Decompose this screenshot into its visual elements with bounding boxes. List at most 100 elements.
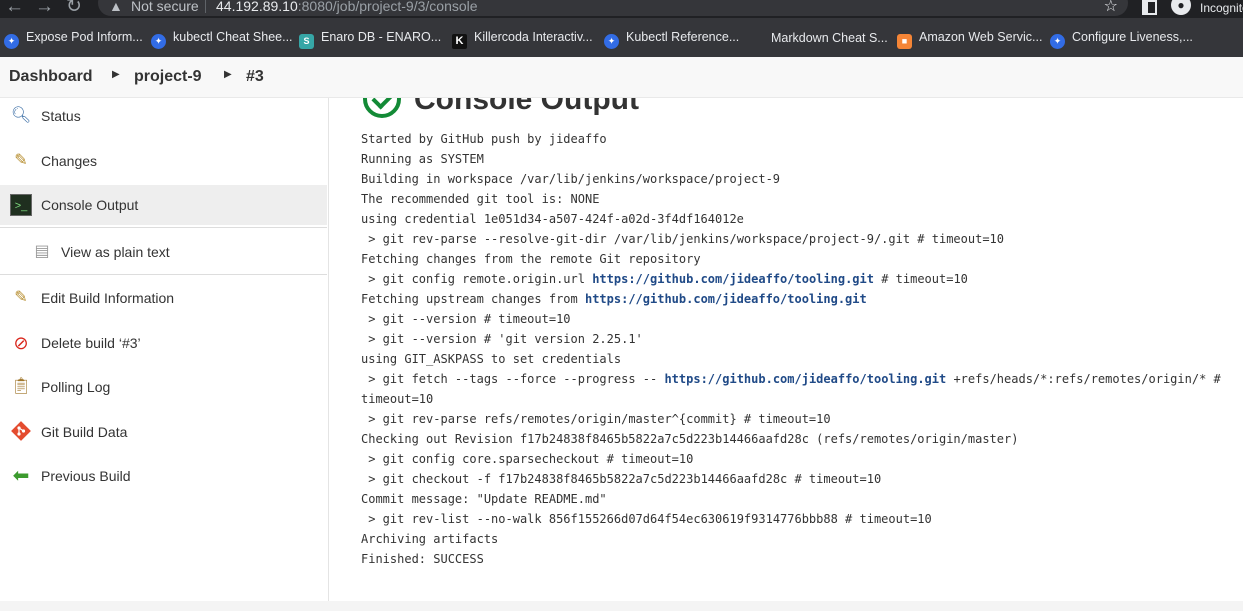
warning-triangle-icon: ▲	[109, 0, 123, 14]
incognito-icon[interactable]: ●	[1171, 0, 1191, 15]
killercoda-icon: K	[452, 34, 467, 49]
task-delete-build[interactable]: ⊘ Delete build ‘#3’	[0, 323, 327, 363]
bookmark-markdown-cheat[interactable]: Markdown Cheat S...	[749, 30, 888, 48]
side-panel-icon[interactable]	[1142, 0, 1157, 15]
bookmarks-bar: ✦ Expose Pod Inform... ✦ kubectl Cheat She…	[0, 18, 1243, 57]
repo-link[interactable]: https://github.com/jideaffo/tooling.git	[592, 272, 874, 286]
bookmark-configure-liveness[interactable]: ✦ Configure Liveness,...	[1050, 30, 1193, 49]
console-line: > git rev-parse --resolve-git-dir /var/l…	[361, 232, 1004, 246]
task-label: Edit Build Information	[41, 290, 175, 306]
console-line: timeout=10	[361, 392, 434, 406]
task-label: Status	[41, 108, 81, 124]
task-view-plain-text[interactable]: ▤ View as plain text	[0, 232, 327, 272]
subtask-divider	[0, 274, 327, 275]
bookmark-kubectl-reference[interactable]: ✦ Kubectl Reference...	[604, 30, 740, 49]
incognito-label: Incognito	[1200, 1, 1243, 15]
kubernetes-icon: ✦	[4, 34, 19, 49]
bookmark-kubectl-cheat[interactable]: ✦ kubectl Cheat Shee...	[151, 30, 293, 49]
bookmark-label: Markdown Cheat S...	[771, 31, 888, 45]
page-footer-strip	[0, 601, 1243, 611]
console-line: > git --version # timeout=10	[361, 312, 571, 326]
success-check-icon	[363, 98, 401, 118]
task-polling-log[interactable]: 📋︎ Polling Log	[0, 367, 327, 407]
task-label: Polling Log	[41, 379, 111, 395]
url-text[interactable]: 44.192.89.10:8080/job/project-9/3/consol…	[216, 0, 478, 14]
console-line: Building in workspace /var/lib/jenkins/w…	[361, 172, 781, 186]
console-line: > git config remote.origin.url https://g…	[361, 269, 1239, 289]
bookmark-label: Kubectl Reference...	[626, 30, 740, 44]
subtask-divider	[0, 227, 327, 228]
console-line: > git rev-list --no-walk 856f155266d07d6…	[361, 512, 932, 526]
task-git-build-data[interactable]: Git Build Data	[0, 412, 327, 452]
console-line: > git fetch --tags --force --progress --…	[361, 369, 1239, 389]
task-changes[interactable]: ✎ Changes	[0, 141, 327, 181]
bookmark-label: Killercoda Interactiv...	[474, 30, 593, 44]
console-line: Checking out Revision f17b24838f8465b582…	[361, 432, 1019, 446]
kubernetes-icon: ✦	[604, 34, 619, 49]
console-line: using credential 1e051d34-a507-424f-a02d…	[361, 212, 744, 226]
console-line: using GIT_ASKPASS to set credentials	[361, 352, 622, 366]
no-entry-icon: ⊘	[13, 333, 29, 353]
reload-icon[interactable]: ↻	[66, 0, 82, 17]
task-label: Delete build ‘#3’	[41, 335, 141, 351]
notepad-icon: ✎	[14, 289, 28, 306]
task-label: Git Build Data	[41, 424, 128, 440]
task-console-output[interactable]: >_ Console Output	[0, 185, 327, 225]
forward-arrow-icon[interactable]: →	[35, 0, 54, 17]
breadcrumb-build[interactable]: #3	[246, 68, 264, 86]
side-panel: 🔍︎ Status ✎ Changes >_ Console Output ▤ …	[0, 98, 329, 601]
url-host: 44.192.89.10	[216, 0, 298, 14]
console-line: Started by GitHub push by jideaffo	[361, 132, 607, 146]
bookmark-label: Enaro DB - ENARO...	[321, 30, 442, 44]
git-icon	[10, 421, 32, 443]
breadcrumb-project[interactable]: project-9	[134, 68, 202, 86]
bookmark-star-icon[interactable]: ☆	[1104, 0, 1118, 16]
not-secure-label: Not secure	[131, 0, 199, 14]
console-line: Fetching changes from the remote Git rep…	[361, 252, 701, 266]
magnifier-icon: 🔍︎	[10, 107, 32, 124]
console-line: > git checkout -f f17b24838f8465b5822a7c…	[361, 472, 882, 486]
task-label: View as plain text	[61, 244, 170, 260]
breadcrumb: Dashboard ▶ project-9 ▶ #3	[0, 57, 1243, 98]
aws-cube-icon: ■	[897, 34, 912, 49]
bookmark-aws[interactable]: ■ Amazon Web Servic...	[897, 30, 1042, 49]
sharepoint-icon: S	[299, 34, 314, 49]
bookmark-expose-pod[interactable]: ✦ Expose Pod Inform...	[4, 30, 143, 49]
chevron-right-icon: ▶	[224, 69, 232, 80]
bookmark-killercoda[interactable]: K Killercoda Interactiv...	[452, 30, 593, 49]
console-text: > git fetch --tags --force --progress --	[361, 372, 665, 386]
back-arrow-icon[interactable]: ←	[5, 0, 24, 17]
console-line: Fetching upstream changes from https://g…	[361, 289, 1239, 309]
breadcrumb-dashboard[interactable]: Dashboard	[9, 68, 93, 86]
task-previous-build[interactable]: ⬅ Previous Build	[0, 456, 327, 496]
console-line: Finished: SUCCESS	[361, 552, 484, 566]
bookmark-label: Expose Pod Inform...	[26, 30, 143, 44]
bookmark-enaro-db[interactable]: S Enaro DB - ENARO...	[299, 30, 442, 49]
document-icon: ▤	[34, 243, 50, 260]
console-line: > git rev-parse refs/remotes/origin/mast…	[361, 412, 831, 426]
left-arrow-icon: ⬅	[12, 465, 30, 487]
address-divider	[205, 0, 206, 13]
console-text: > git config remote.origin.url	[361, 272, 593, 286]
console-line: The recommended git tool is: NONE	[361, 192, 600, 206]
chevron-right-icon: ▶	[112, 69, 120, 80]
terminal-icon: >_	[10, 194, 32, 216]
repo-link[interactable]: https://github.com/jideaffo/tooling.git	[585, 292, 867, 306]
browser-toolbar: ← → ↻ ▲ Not secure 44.192.89.10:8080/job…	[0, 0, 1243, 18]
address-bar[interactable]: ▲ Not secure 44.192.89.10:8080/job/proje…	[98, 0, 1128, 16]
clipboard-icon: 📋︎	[10, 378, 32, 395]
kubernetes-icon: ✦	[151, 34, 166, 49]
main-panel: Console Output Started by GitHub push by…	[329, 98, 1243, 601]
task-label: Previous Build	[41, 468, 131, 484]
console-line: Commit message: "Update README.md"	[361, 492, 607, 506]
page-title: Console Output	[414, 98, 639, 116]
console-text: # timeout=10	[873, 272, 968, 286]
bookmark-label: Configure Liveness,...	[1072, 30, 1193, 44]
repo-link[interactable]: https://github.com/jideaffo/tooling.git	[664, 372, 946, 386]
console-text: +refs/heads/*:refs/remotes/origin/* #	[946, 372, 1221, 386]
task-status[interactable]: 🔍︎ Status	[0, 96, 327, 136]
task-edit-build-info[interactable]: ✎ Edit Build Information	[0, 278, 327, 318]
console-line: Running as SYSTEM	[361, 152, 484, 166]
notepad-icon: ✎	[14, 152, 28, 169]
console-line: > git config core.sparsecheckout # timeo…	[361, 452, 694, 466]
